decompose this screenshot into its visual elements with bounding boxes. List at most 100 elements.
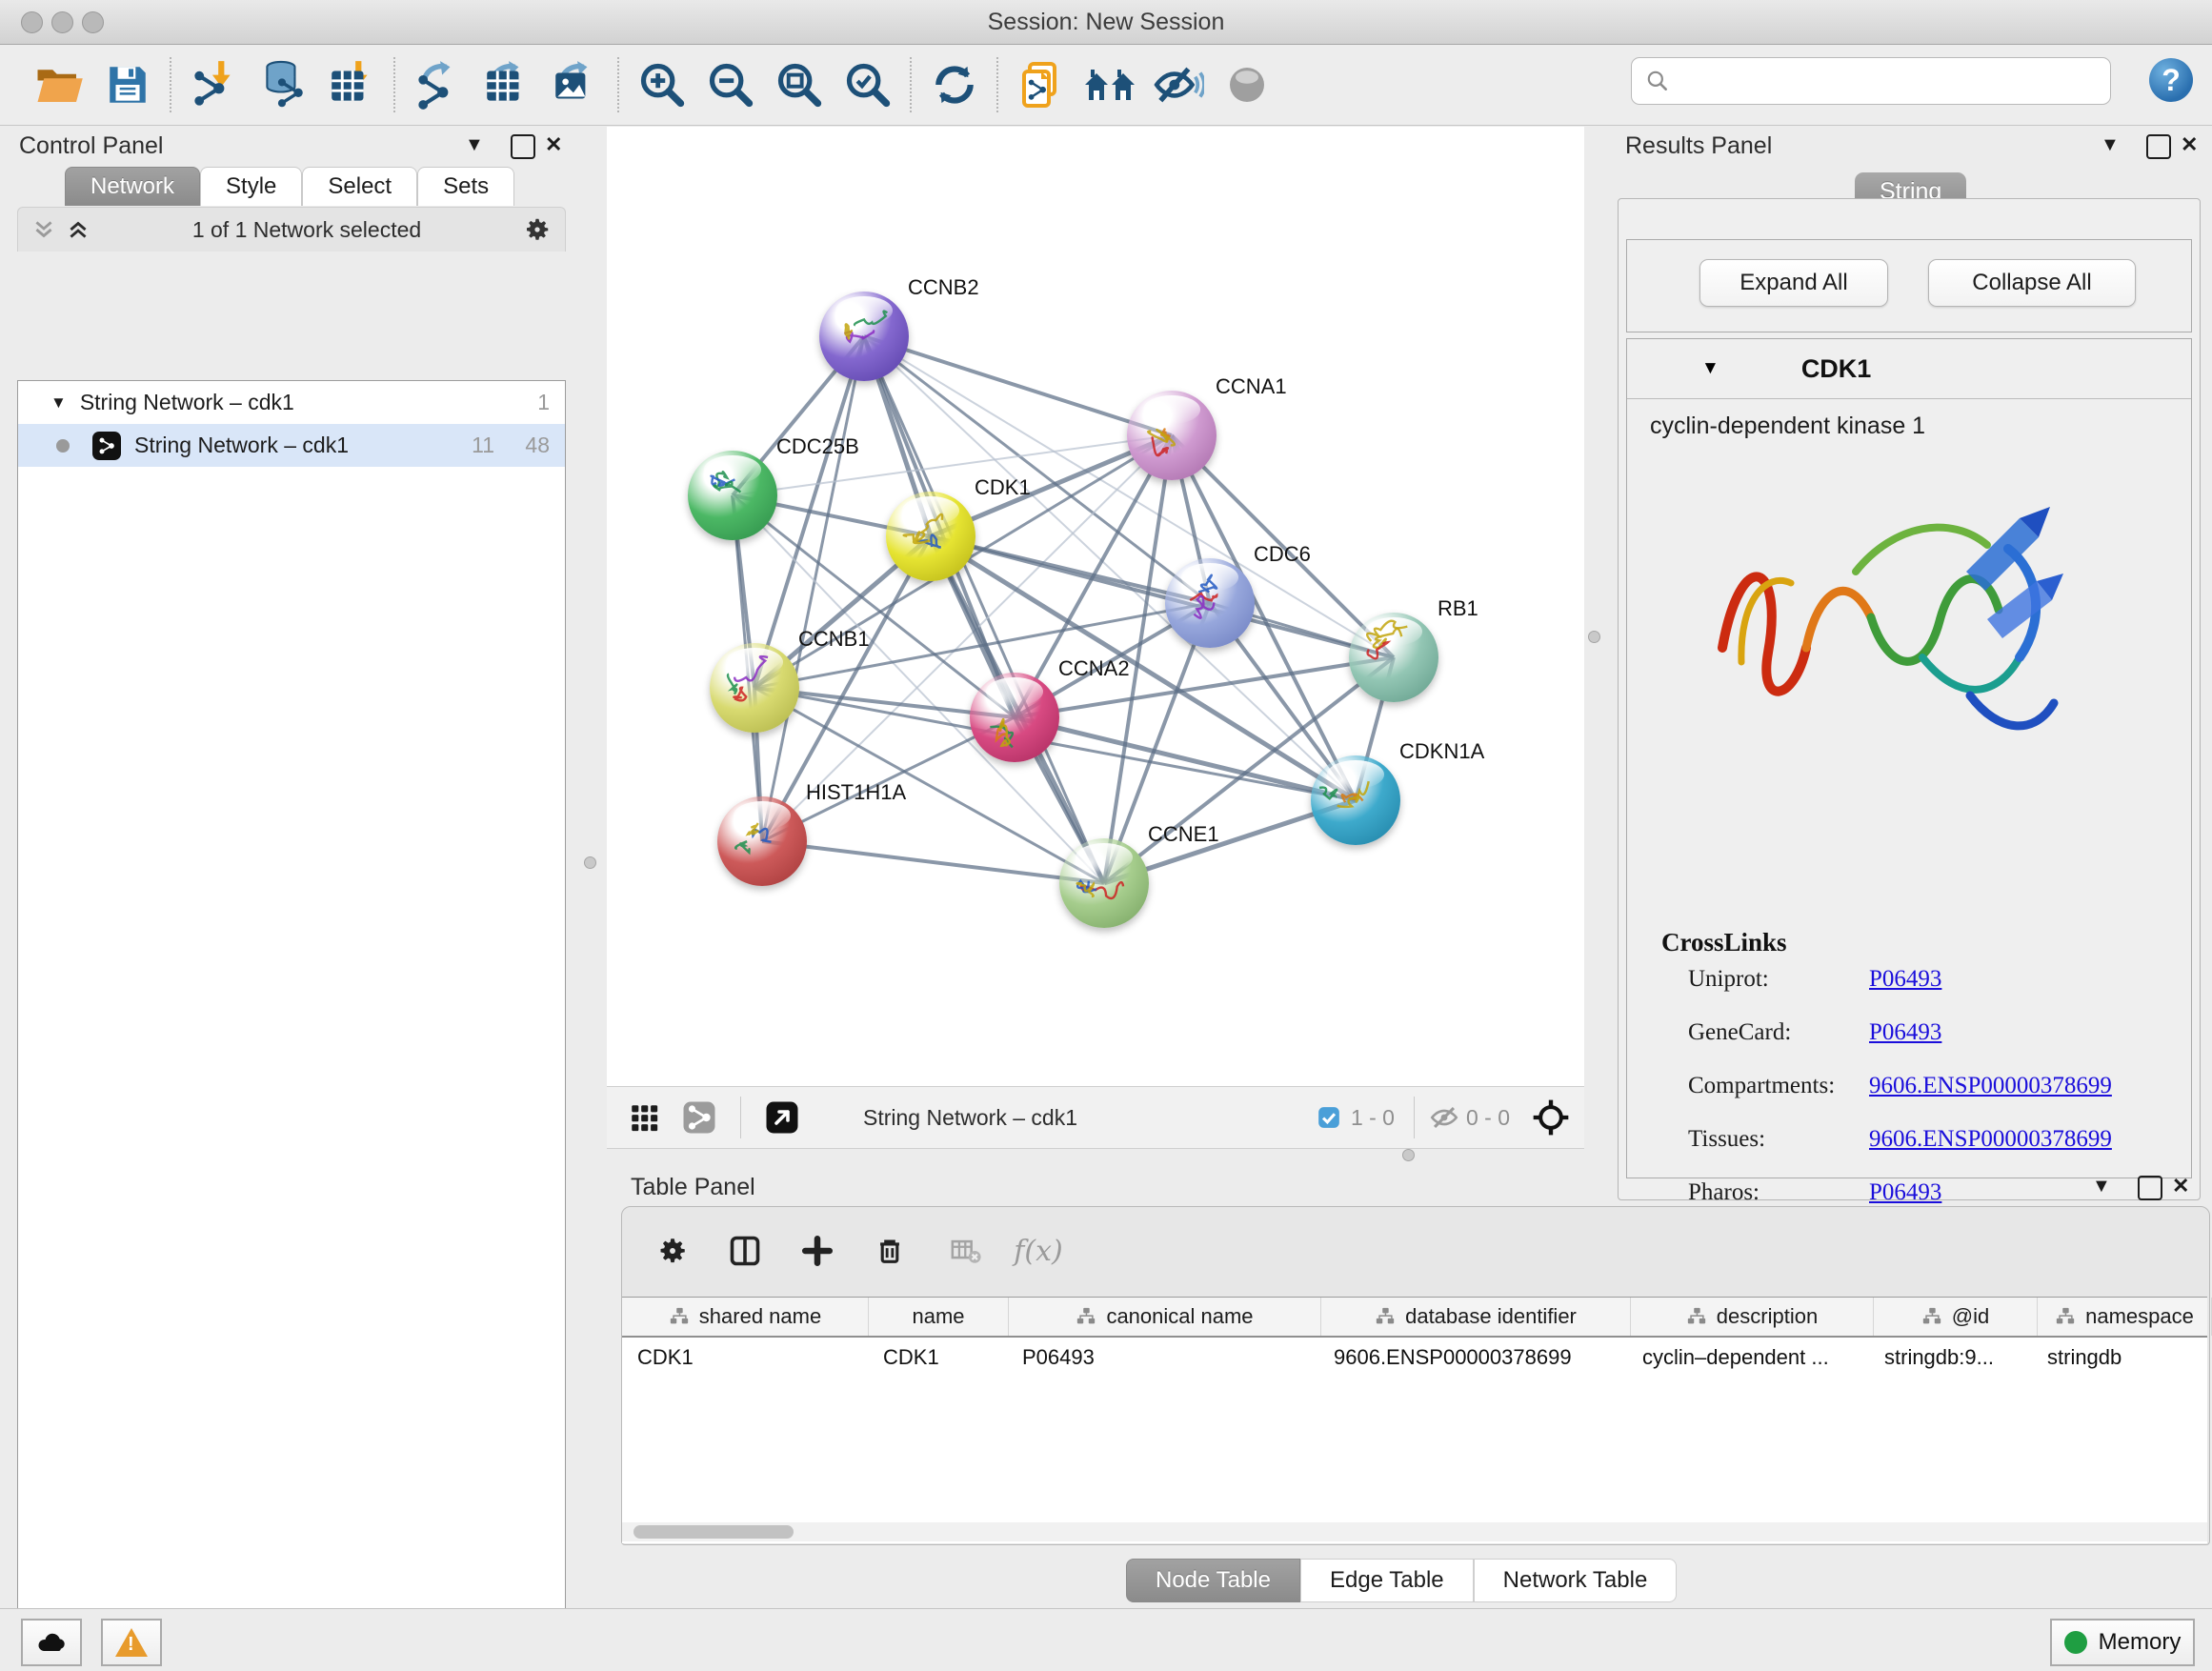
crosslink-link[interactable]: 9606.ENSP00000378699 — [1869, 1073, 2112, 1099]
open-session-button[interactable] — [25, 54, 93, 115]
node-label-cdc25b: CDC25B — [776, 434, 859, 459]
refresh-layout-button[interactable] — [920, 54, 989, 115]
export-network-button[interactable] — [404, 54, 473, 115]
collapse-all-button[interactable]: Collapse All — [1928, 259, 2136, 307]
node-cdkn1a[interactable] — [1311, 755, 1400, 845]
export-table-button[interactable] — [473, 54, 541, 115]
network-collection-row[interactable]: ▼ String Network – cdk1 1 — [18, 381, 565, 424]
control-panel-close-icon[interactable]: ✕ — [545, 132, 562, 157]
collection-expand-triangle-icon[interactable]: ▼ — [50, 393, 67, 413]
string-view-icon[interactable] — [672, 1090, 727, 1145]
node-cdc6[interactable] — [1165, 558, 1255, 648]
graphics-details-toggle-icon[interactable] — [754, 1090, 810, 1145]
tab-network-table[interactable]: Network Table — [1474, 1559, 1678, 1602]
entry-collapse-triangle-icon[interactable]: ▼ — [1701, 358, 1719, 379]
network-options-gear-icon[interactable] — [523, 215, 552, 244]
column-header-description[interactable]: description — [1631, 1298, 1874, 1336]
first-neighbors-button[interactable] — [1076, 54, 1144, 115]
hide-selected-button[interactable] — [1144, 54, 1213, 115]
table-settings-gear-icon[interactable] — [645, 1223, 700, 1278]
node-ccnb2[interactable] — [819, 292, 909, 381]
control-panel-tabs: NetworkStyleSelectSets — [65, 167, 514, 206]
column-header-namespace[interactable]: namespace — [2038, 1298, 2212, 1336]
function-builder-icon[interactable]: f(x) — [1011, 1223, 1066, 1278]
table-row[interactable]: CDK1CDK1P064939606.ENSP00000378699cyclin… — [622, 1338, 2207, 1378]
search-input[interactable] — [1679, 67, 2102, 95]
crosslink-row: Tissues:9606.ENSP00000378699 — [1688, 1126, 2164, 1153]
expand-all-button[interactable]: Expand All — [1699, 259, 1888, 307]
column-header-database-identifier[interactable]: database identifier — [1321, 1298, 1631, 1336]
tab-select[interactable]: Select — [302, 167, 417, 206]
node-ccnb1[interactable] — [710, 643, 799, 733]
control-panel-float-icon[interactable] — [511, 134, 535, 159]
expand-all-networks-icon[interactable] — [66, 217, 90, 242]
tab-network[interactable]: Network — [65, 167, 200, 206]
zoom-out-button[interactable] — [696, 54, 765, 115]
crosslink-link[interactable]: 9606.ENSP00000378699 — [1869, 1126, 2112, 1153]
network-canvas[interactable]: CCNB2CCNA1CDC25BCDK1CDC6RB1CCNB1CCNA2CDK… — [607, 127, 1584, 1086]
crosslink-row: GeneCard:P06493 — [1688, 1019, 2164, 1046]
crosslink-link[interactable]: P06493 — [1869, 1019, 1941, 1046]
node-ccne1[interactable] — [1059, 838, 1149, 928]
node-cdk1[interactable] — [886, 492, 975, 581]
node-label-cdc6: CDC6 — [1254, 542, 1311, 567]
node-ccna2[interactable] — [970, 673, 1059, 762]
import-table-from-file-button[interactable] — [317, 54, 386, 115]
warning-icon — [115, 1628, 148, 1657]
grid-view-icon[interactable] — [616, 1090, 672, 1145]
network-selected-status: 1 of 1 Network selected — [90, 217, 523, 243]
warning-button[interactable] — [101, 1619, 162, 1666]
toolbar-separator — [910, 57, 913, 112]
zoom-fit-button[interactable] — [765, 54, 834, 115]
table-panel-collapse-icon[interactable]: ▼ — [2092, 1176, 2111, 1198]
network-row-selected[interactable]: String Network – cdk1 11 48 — [18, 424, 565, 467]
gene-description: cyclin-dependent kinase 1 — [1627, 399, 2191, 440]
node-cdc25b[interactable] — [688, 451, 777, 540]
show-all-button[interactable] — [1213, 54, 1281, 115]
zoom-selected-button[interactable] — [834, 54, 902, 115]
crosslink-link[interactable]: P06493 — [1869, 966, 1941, 993]
right-splitter-grip[interactable] — [1588, 631, 1600, 643]
hidden-eye-icon[interactable] — [1428, 1101, 1460, 1134]
table-cell: CDK1 — [622, 1338, 868, 1378]
tab-style[interactable]: Style — [200, 167, 302, 206]
delete-column-trash-icon[interactable] — [862, 1223, 917, 1278]
results-panel-float-icon[interactable] — [2146, 134, 2171, 159]
node-rb1[interactable] — [1349, 613, 1438, 702]
results-panel-close-icon[interactable]: ✕ — [2181, 132, 2198, 157]
import-network-from-file-button[interactable] — [180, 54, 249, 115]
scrollbar-thumb[interactable] — [633, 1525, 794, 1539]
collapse-all-networks-icon[interactable] — [31, 217, 56, 242]
help-button[interactable]: ? — [2149, 58, 2193, 102]
memory-status-dot-icon — [2064, 1631, 2087, 1654]
column-header-name[interactable]: name — [869, 1298, 1009, 1336]
import-network-from-database-button[interactable] — [249, 54, 317, 115]
delete-table-icon[interactable] — [938, 1223, 994, 1278]
tab-node-table[interactable]: Node Table — [1126, 1559, 1300, 1602]
zoom-in-button[interactable] — [628, 54, 696, 115]
save-session-button[interactable] — [93, 54, 162, 115]
left-splitter-grip[interactable] — [584, 856, 596, 869]
crosslink-label: GeneCard: — [1688, 1019, 1869, 1046]
table-panel-float-icon[interactable] — [2138, 1176, 2162, 1200]
control-panel-collapse-icon[interactable]: ▼ — [465, 134, 484, 156]
tree-column-icon — [2055, 1306, 2076, 1327]
column-header-canonical-name[interactable]: canonical name — [1009, 1298, 1321, 1336]
tab-edge-table[interactable]: Edge Table — [1300, 1559, 1474, 1602]
toolbar-separator — [170, 57, 172, 112]
fit-selected-crosshair-icon[interactable] — [1523, 1090, 1579, 1145]
node-hist1h1a[interactable] — [717, 796, 807, 886]
tab-sets[interactable]: Sets — [417, 167, 514, 206]
results-panel-collapse-icon[interactable]: ▼ — [2101, 134, 2120, 156]
table-panel-close-icon[interactable]: ✕ — [2172, 1174, 2189, 1198]
selected-checkbox-icon[interactable] — [1317, 1105, 1341, 1130]
cloud-button[interactable] — [21, 1619, 82, 1666]
memory-button[interactable]: Memory — [2050, 1619, 2195, 1666]
show-column-panel-icon[interactable] — [717, 1223, 773, 1278]
export-image-button[interactable] — [541, 54, 610, 115]
add-column-icon[interactable] — [790, 1223, 845, 1278]
column-header--id[interactable]: @id — [1874, 1298, 2038, 1336]
clone-network-button[interactable] — [1007, 54, 1076, 115]
column-header-shared-name[interactable]: shared name — [622, 1298, 869, 1336]
node-ccna1[interactable] — [1127, 391, 1217, 480]
